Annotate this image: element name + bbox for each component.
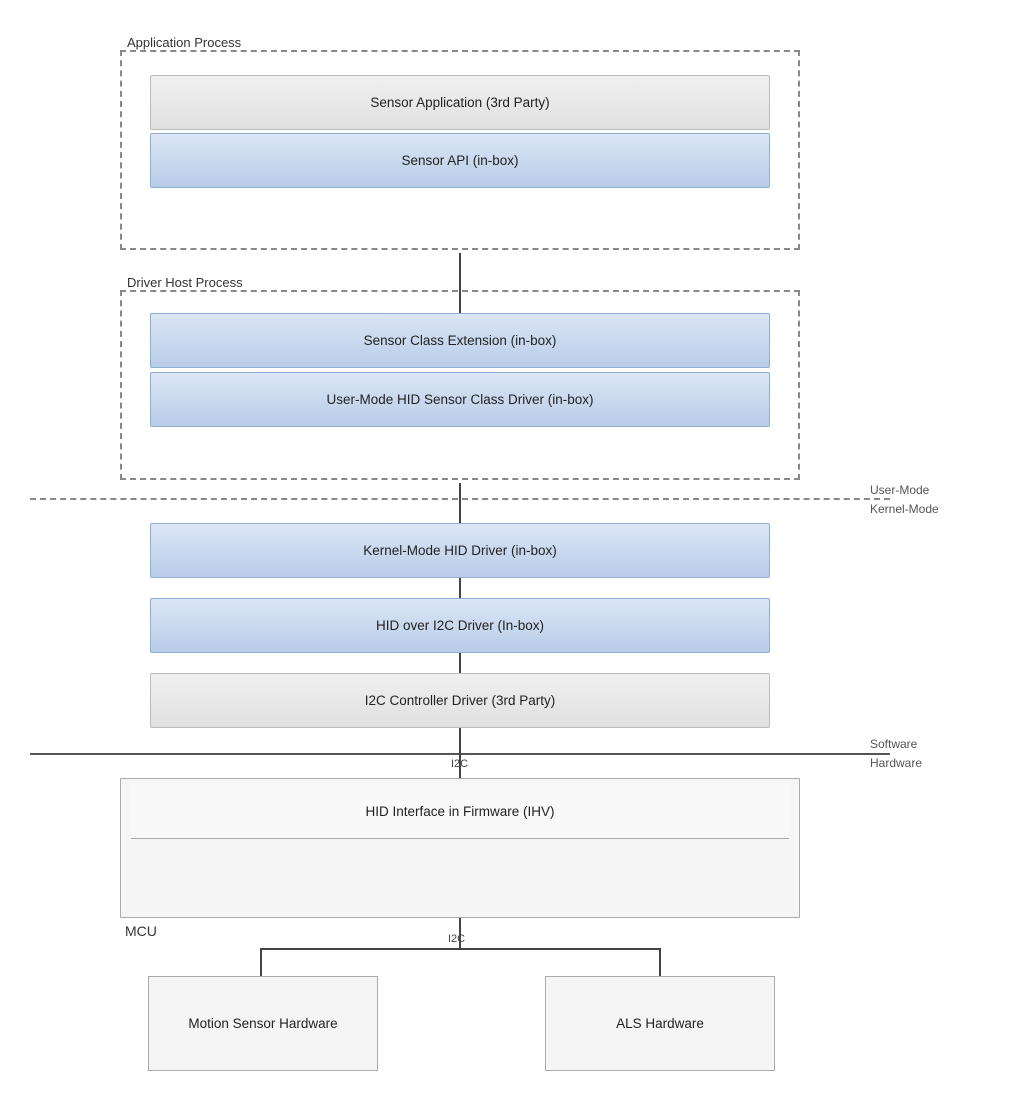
hid-firmware-label: HID Interface in Firmware (IHV) [365,804,554,819]
hid-sensor-class-block: User-Mode HID Sensor Class Driver (in-bo… [150,372,770,427]
hid-firmware-block: HID Interface in Firmware (IHV) [131,784,789,839]
architecture-diagram: Application Process Sensor Application (… [0,0,1030,1110]
mcu-empty-row [131,842,789,897]
hid-sensor-class-label: User-Mode HID Sensor Class Driver (in-bo… [326,392,593,407]
connector-right-branch [659,948,661,976]
sensor-api-block: Sensor API (in-box) [150,133,770,188]
motion-sensor-label: Motion Sensor Hardware [188,1016,337,1031]
user-mode-label: User-Mode [870,483,929,497]
connector-driver-to-kernel [459,483,461,523]
sensor-app-label: Sensor Application (3rd Party) [370,95,549,110]
sensor-app-block: Sensor Application (3rd Party) [150,75,770,130]
als-hardware-box: ALS Hardware [545,976,775,1071]
als-hardware-label: ALS Hardware [616,1016,704,1031]
i2c-controller-block: I2C Controller Driver (3rd Party) [150,673,770,728]
application-process-label: Application Process [127,35,241,50]
sensor-class-ext-label: Sensor Class Extension (in-box) [364,333,557,348]
branch-horizontal [260,948,660,950]
kernel-hid-label: Kernel-Mode HID Driver (in-box) [363,543,557,558]
connector-i2c-to-firmware [459,728,461,778]
driver-host-process-label: Driver Host Process [127,275,243,290]
i2c-controller-label: I2C Controller Driver (3rd Party) [365,693,556,708]
i2c-bottom-label: I2C [448,933,465,945]
connector-kernel-to-hid-i2c [459,578,461,598]
mcu-box: HID Interface in Firmware (IHV) [120,778,800,918]
mcu-label: MCU [125,923,157,939]
connector-hid-i2c-to-i2c-ctrl [459,653,461,673]
software-label: Software [870,737,917,751]
sensor-class-ext-block: Sensor Class Extension (in-box) [150,313,770,368]
kernel-mode-label: Kernel-Mode [870,502,939,516]
kernel-hid-block: Kernel-Mode HID Driver (in-box) [150,523,770,578]
sensor-api-label: Sensor API (in-box) [401,153,518,168]
hid-i2c-block: HID over I2C Driver (In-box) [150,598,770,653]
connector-left-branch [260,948,262,976]
motion-sensor-box: Motion Sensor Hardware [148,976,378,1071]
hardware-label: Hardware [870,756,922,770]
hid-i2c-label: HID over I2C Driver (In-box) [376,618,544,633]
